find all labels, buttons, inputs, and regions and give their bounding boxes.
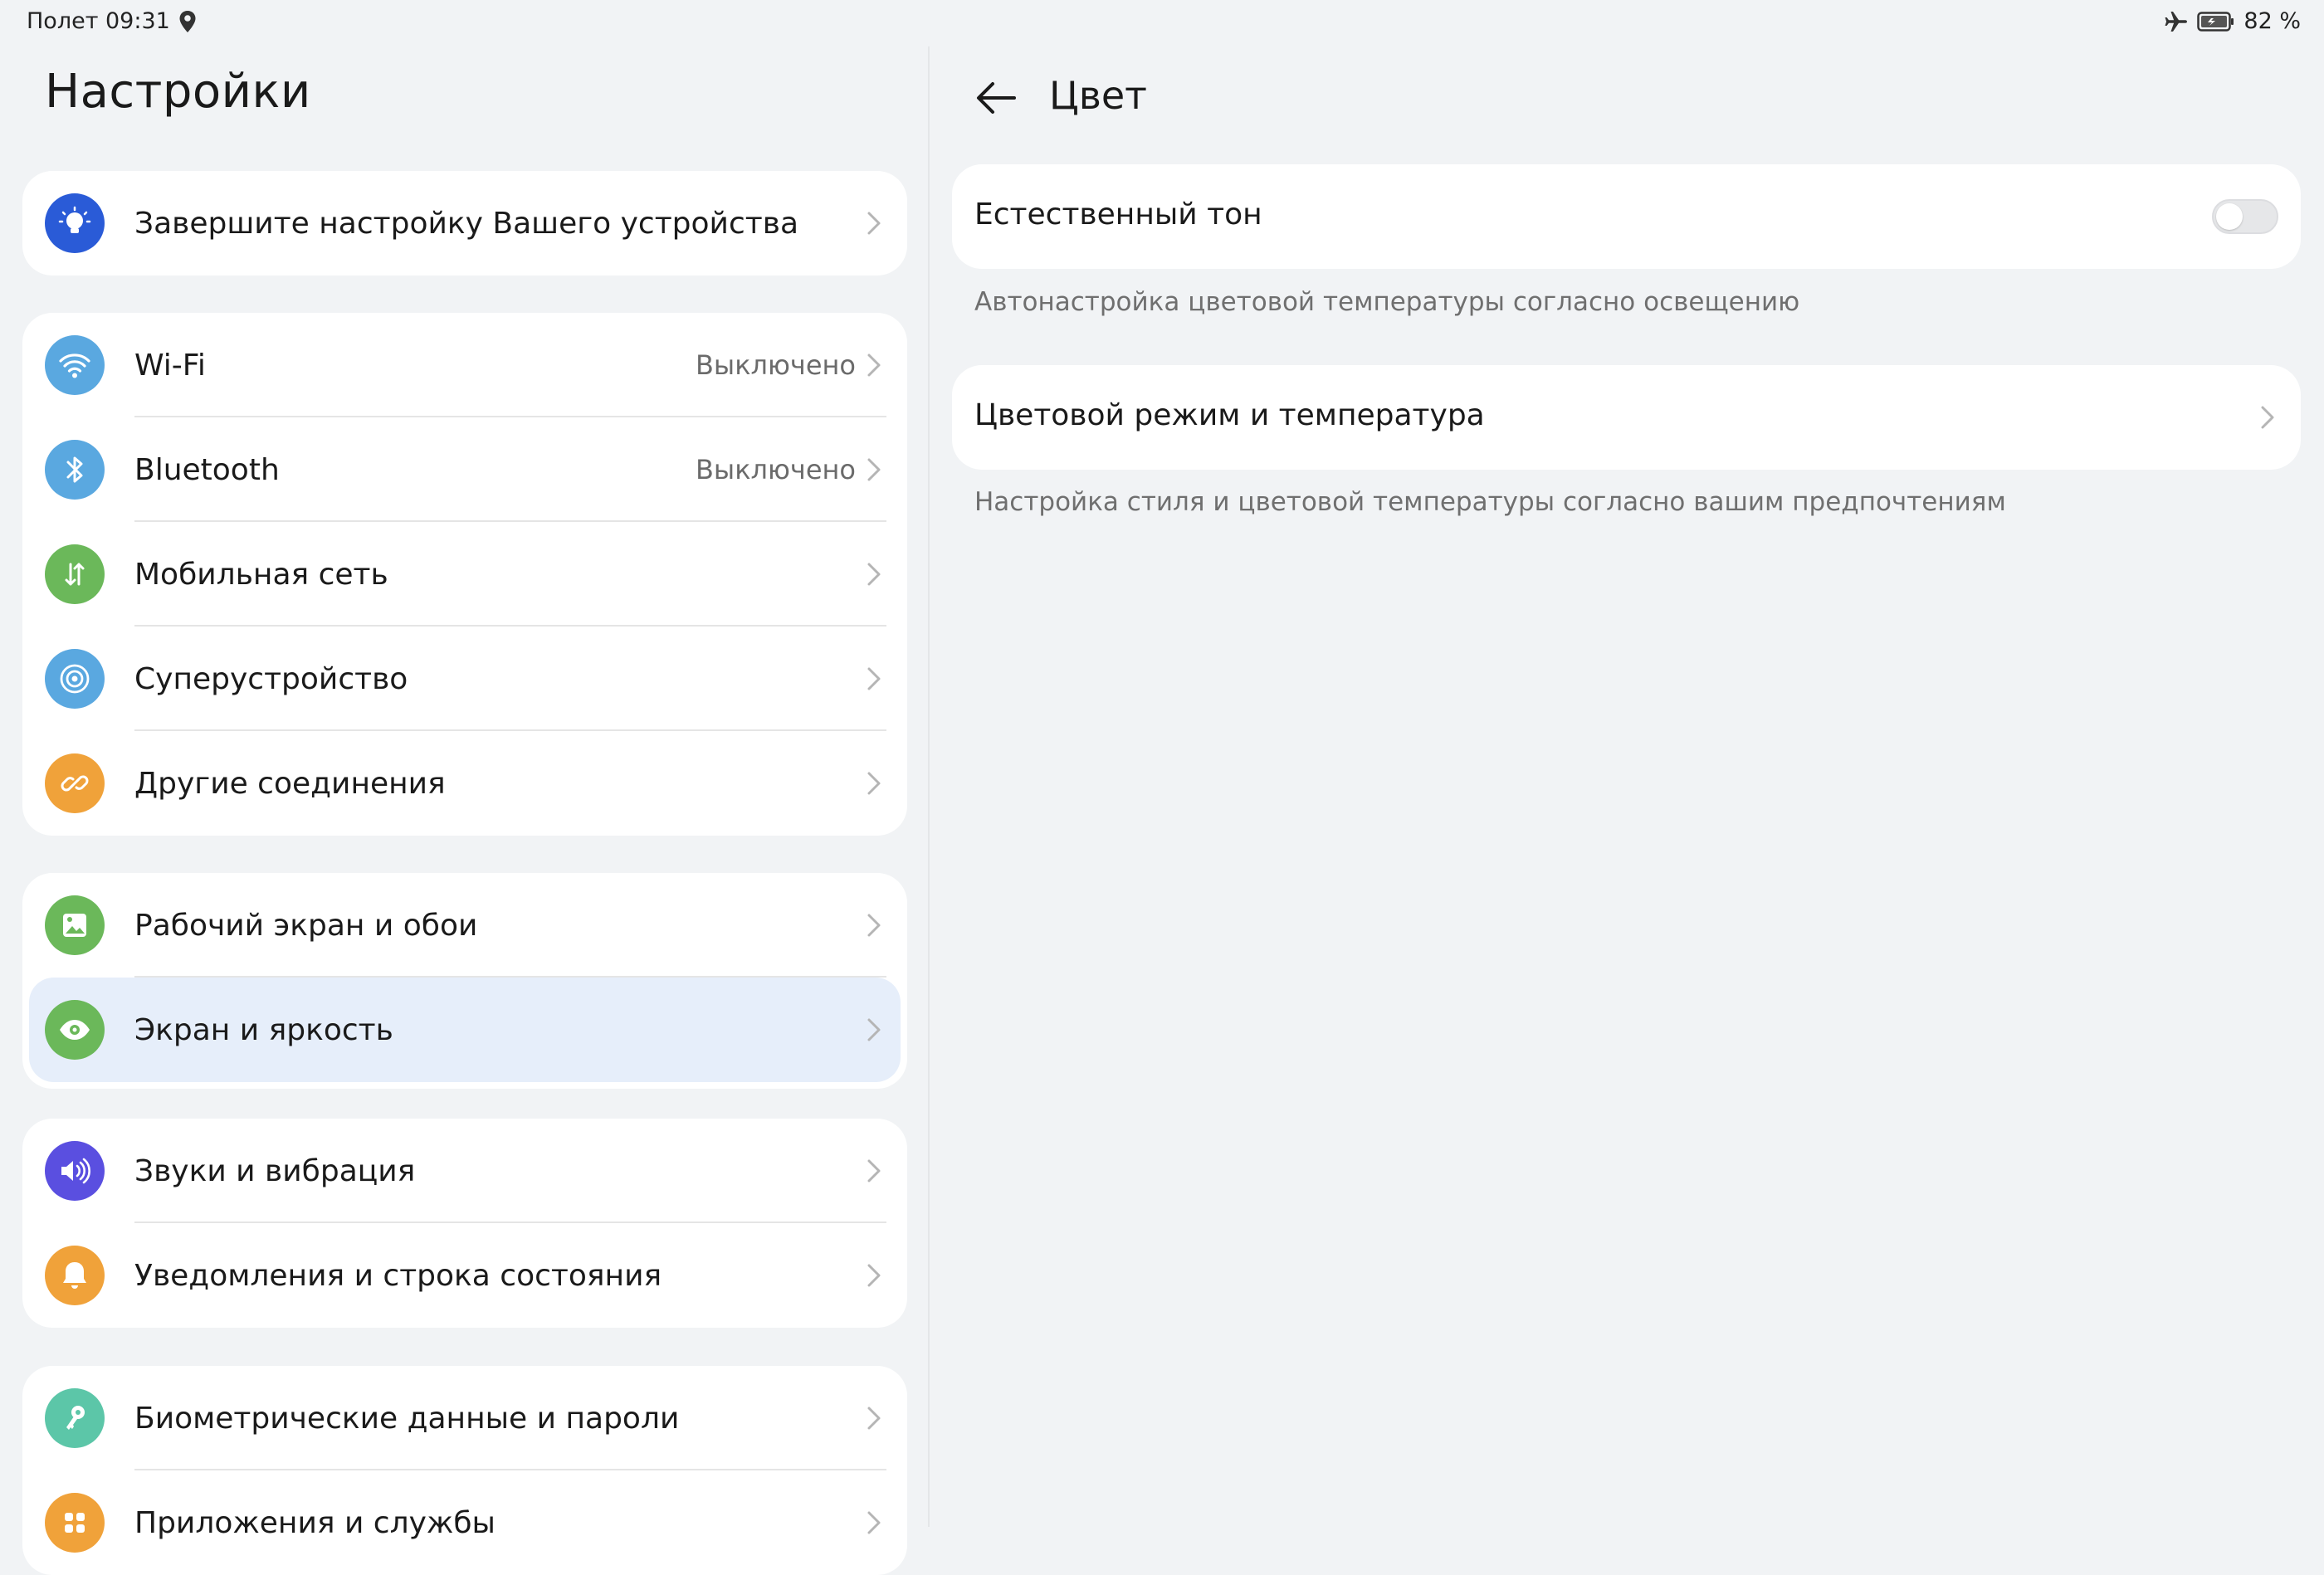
chevron-right-icon — [867, 1264, 881, 1287]
lightbulb-icon — [45, 193, 105, 253]
chevron-right-icon — [867, 1018, 881, 1041]
settings-item-finish-setup[interactable]: Завершите настройку Вашего устройства — [22, 171, 907, 276]
chevron-right-icon — [867, 354, 881, 377]
chevron-right-icon — [867, 563, 881, 586]
key-icon — [45, 1388, 105, 1448]
wallpaper-icon — [45, 895, 105, 955]
settings-item-display-brightness[interactable]: Экран и яркость — [29, 978, 901, 1082]
settings-item-label: Рабочий экран и обои — [134, 908, 478, 943]
back-arrow-icon[interactable] — [971, 73, 1021, 123]
bluetooth-icon — [45, 440, 105, 500]
airplane-icon — [2165, 11, 2188, 32]
toggle-knob — [2216, 203, 2243, 230]
settings-item-label: Суперустройство — [134, 661, 408, 696]
color-mode-label: Цветовой режим и температура — [974, 398, 1485, 432]
settings-group-setup: Завершите настройку Вашего устройства — [22, 171, 907, 276]
settings-item-apps-services[interactable]: Приложения и службы — [22, 1470, 907, 1575]
battery-icon — [2197, 11, 2234, 32]
chevron-right-icon — [867, 212, 881, 235]
settings-item-wifi[interactable]: Wi-Fi Выключено — [22, 313, 907, 417]
chevron-right-icon — [867, 772, 881, 795]
chevron-right-icon — [867, 1159, 881, 1182]
natural-tone-hint: Автонастройка цветовой температуры согла… — [974, 287, 1800, 317]
settings-item-home-wallpaper[interactable]: Рабочий экран и обои — [22, 873, 907, 978]
settings-item-label: Bluetooth — [134, 452, 280, 487]
link-icon — [45, 753, 105, 813]
pane-divider — [928, 46, 930, 1527]
settings-group-security: Биометрические данные и пароли Приложени… — [22, 1366, 907, 1575]
settings-item-notifications[interactable]: Уведомления и строка состояния — [22, 1223, 907, 1328]
settings-item-sounds-vibration[interactable]: Звуки и вибрация — [22, 1119, 907, 1223]
chevron-right-icon — [867, 1511, 881, 1534]
color-mode-hint: Настройка стиля и цветовой температуры с… — [974, 487, 2006, 517]
settings-item-mobile-network[interactable]: Мобильная сеть — [22, 522, 907, 627]
color-mode-row[interactable]: Цветовой режим и температура — [952, 365, 2301, 470]
settings-group-sounds: Звуки и вибрация Уведомления и строка со… — [22, 1119, 907, 1328]
mobile-data-icon — [45, 544, 105, 604]
page-title: Настройки — [45, 65, 311, 119]
wifi-icon — [45, 335, 105, 395]
settings-item-label: Звуки и вибрация — [134, 1153, 416, 1188]
settings-item-label: Биометрические данные и пароли — [134, 1401, 680, 1436]
natural-tone-toggle[interactable] — [2212, 199, 2278, 234]
chevron-right-icon — [867, 1407, 881, 1430]
settings-item-label: Экран и яркость — [134, 1012, 393, 1047]
chevron-right-icon — [867, 458, 881, 481]
superdevice-icon — [45, 649, 105, 709]
bluetooth-status-value: Выключено — [695, 454, 856, 485]
settings-item-other-connections[interactable]: Другие соединения — [22, 731, 907, 836]
settings-pane: Настройки Завершите настройку Вашего уст… — [0, 0, 928, 1575]
settings-item-label: Уведомления и строка состояния — [134, 1258, 662, 1293]
settings-item-label: Приложения и службы — [134, 1505, 496, 1540]
settings-group-connections: Wi-Fi Выключено Bluetooth Выключено Моби… — [22, 313, 907, 836]
battery-percent: 82 % — [2243, 8, 2301, 34]
settings-item-label: Wi-Fi — [134, 348, 206, 383]
chevron-right-icon — [2261, 406, 2274, 429]
settings-item-label: Завершите настройку Вашего устройства — [134, 206, 798, 241]
wifi-status-value: Выключено — [695, 349, 856, 381]
eye-icon — [45, 1000, 105, 1060]
chevron-right-icon — [867, 667, 881, 690]
apps-icon — [45, 1493, 105, 1553]
settings-item-superdevice[interactable]: Суперустройство — [22, 627, 907, 731]
settings-item-label: Мобильная сеть — [134, 557, 388, 592]
bell-icon — [45, 1246, 105, 1305]
settings-item-label: Другие соединения — [134, 766, 446, 801]
sound-icon — [45, 1141, 105, 1201]
natural-tone-row[interactable]: Естественный тон — [952, 164, 2301, 269]
natural-tone-label: Естественный тон — [974, 197, 1262, 232]
settings-item-biometrics[interactable]: Биометрические данные и пароли — [22, 1366, 907, 1470]
detail-title: Цвет — [1049, 73, 1147, 118]
settings-group-display: Рабочий экран и обои Экран и яркость — [22, 873, 907, 1089]
chevron-right-icon — [867, 914, 881, 937]
settings-item-bluetooth[interactable]: Bluetooth Выключено — [22, 417, 907, 522]
